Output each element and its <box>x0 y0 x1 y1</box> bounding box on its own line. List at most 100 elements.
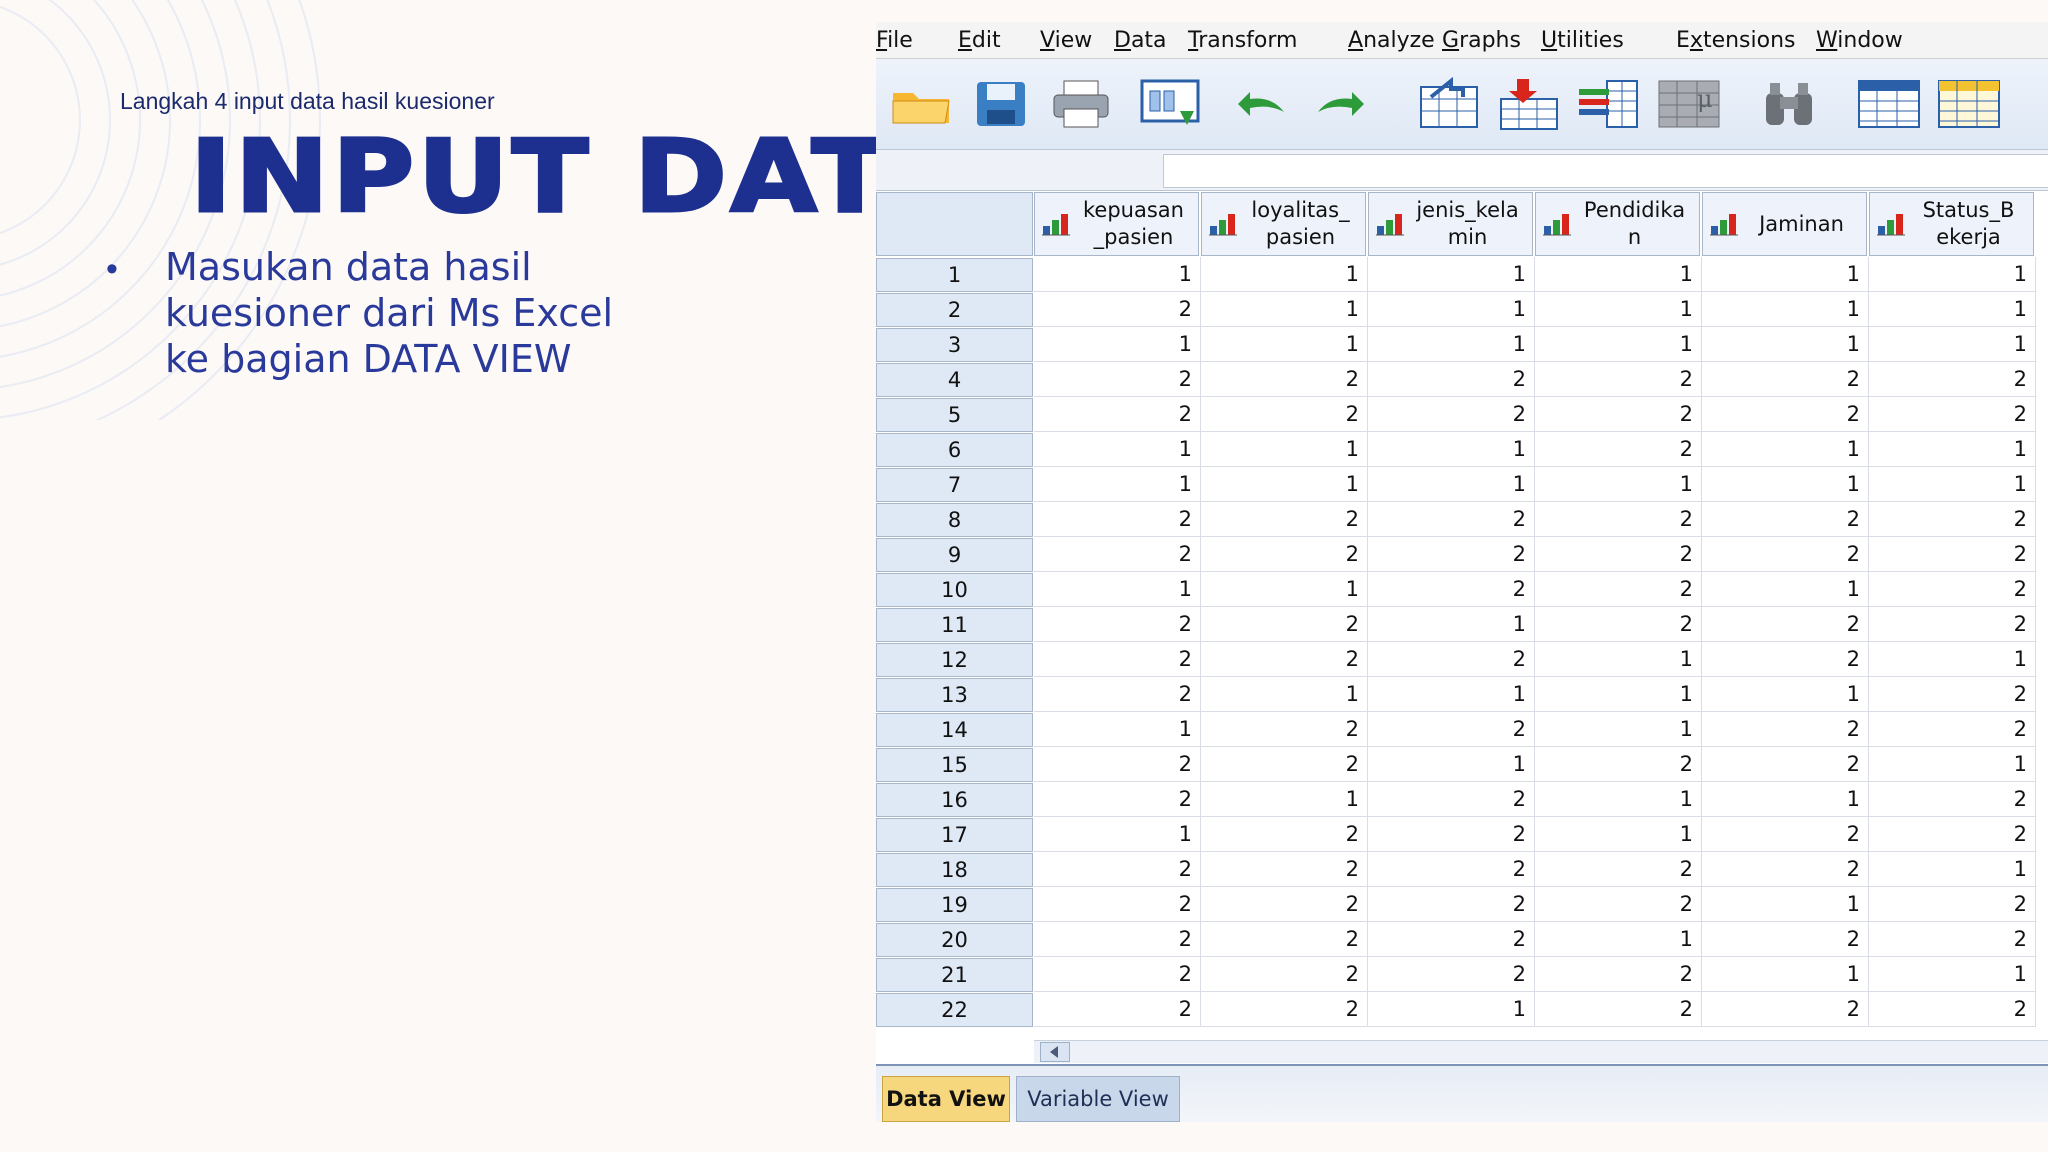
table-cell[interactable]: 1 <box>1368 327 1535 362</box>
column-header[interactable]: Pendidika n <box>1535 192 1700 256</box>
table-cell[interactable]: 2 <box>1201 502 1368 537</box>
table-cell[interactable]: 2 <box>1702 502 1869 537</box>
table-cell[interactable]: 1 <box>1368 292 1535 327</box>
table-cell[interactable]: 2 <box>1869 607 2036 642</box>
table-cell[interactable]: 2 <box>1034 852 1201 887</box>
table-cell[interactable]: 2 <box>1535 747 1702 782</box>
table-cell[interactable]: 1 <box>1201 257 1368 292</box>
table-cell[interactable]: 1 <box>1535 292 1702 327</box>
row-header[interactable]: 20 <box>876 923 1033 957</box>
row-header[interactable]: 2 <box>876 293 1033 327</box>
table-cell[interactable]: 2 <box>1702 992 1869 1027</box>
find-icon[interactable] <box>1756 73 1822 135</box>
table-cell[interactable]: 2 <box>1869 502 2036 537</box>
column-header[interactable]: Status_B ekerja <box>1869 192 2034 256</box>
insert-cases-icon[interactable] <box>1856 73 1922 135</box>
menu-graphs[interactable]: Graphs <box>1442 28 1521 53</box>
table-cell[interactable]: 2 <box>1869 887 2036 922</box>
table-cell[interactable]: 2 <box>1535 852 1702 887</box>
table-cell[interactable]: 1 <box>1702 432 1869 467</box>
table-cell[interactable]: 2 <box>1702 642 1869 677</box>
table-cell[interactable]: 1 <box>1034 817 1201 852</box>
table-cell[interactable]: 1 <box>1869 257 2036 292</box>
table-cell[interactable]: 2 <box>1368 852 1535 887</box>
table-cell[interactable]: 2 <box>1702 747 1869 782</box>
table-cell[interactable]: 2 <box>1034 537 1201 572</box>
table-cell[interactable]: 2 <box>1201 397 1368 432</box>
row-header[interactable]: 5 <box>876 398 1033 432</box>
horizontal-scrollbar[interactable] <box>1034 1040 2048 1063</box>
table-cell[interactable]: 2 <box>1201 537 1368 572</box>
table-cell[interactable]: 2 <box>1034 607 1201 642</box>
table-cell[interactable]: 2 <box>1201 642 1368 677</box>
redo-icon[interactable] <box>1308 73 1374 135</box>
table-cell[interactable]: 2 <box>1201 992 1368 1027</box>
table-cell[interactable]: 1 <box>1535 467 1702 502</box>
table-cell[interactable]: 2 <box>1535 957 1702 992</box>
table-cell[interactable]: 2 <box>1368 922 1535 957</box>
table-cell[interactable]: 2 <box>1702 852 1869 887</box>
table-cell[interactable]: 2 <box>1034 397 1201 432</box>
menu-analyze[interactable]: Analyze <box>1348 28 1435 53</box>
row-header[interactable]: 18 <box>876 853 1033 887</box>
table-cell[interactable]: 1 <box>1702 957 1869 992</box>
table-cell[interactable]: 1 <box>1869 852 2036 887</box>
menu-transform[interactable]: Transform <box>1188 28 1297 53</box>
tab-variable-view[interactable]: Variable View <box>1016 1076 1180 1122</box>
table-cell[interactable]: 2 <box>1034 677 1201 712</box>
table-cell[interactable]: 2 <box>1869 572 2036 607</box>
table-cell[interactable]: 2 <box>1702 362 1869 397</box>
table-cell[interactable]: 1 <box>1535 712 1702 747</box>
table-cell[interactable]: 1 <box>1368 992 1535 1027</box>
table-cell[interactable]: 2 <box>1368 887 1535 922</box>
menu-data[interactable]: Data <box>1114 28 1167 53</box>
table-cell[interactable]: 1 <box>1702 257 1869 292</box>
table-cell[interactable]: 1 <box>1869 292 2036 327</box>
table-cell[interactable]: 2 <box>1034 922 1201 957</box>
row-header[interactable]: 6 <box>876 433 1033 467</box>
scroll-left-icon[interactable] <box>1040 1042 1070 1062</box>
table-cell[interactable]: 2 <box>1702 397 1869 432</box>
table-cell[interactable]: 1 <box>1869 327 2036 362</box>
table-cell[interactable]: 2 <box>1034 957 1201 992</box>
table-cell[interactable]: 1 <box>1702 782 1869 817</box>
table-cell[interactable]: 1 <box>1368 467 1535 502</box>
menu-view[interactable]: View <box>1040 28 1092 53</box>
table-cell[interactable]: 1 <box>1201 467 1368 502</box>
table-cell[interactable]: 2 <box>1034 782 1201 817</box>
table-cell[interactable]: 2 <box>1535 537 1702 572</box>
row-header[interactable]: 1 <box>876 258 1033 292</box>
table-cell[interactable]: 2 <box>1368 712 1535 747</box>
table-cell[interactable]: 1 <box>1535 817 1702 852</box>
table-cell[interactable]: 2 <box>1368 642 1535 677</box>
tab-data-view[interactable]: Data View <box>882 1076 1010 1122</box>
table-cell[interactable]: 1 <box>1201 782 1368 817</box>
row-header[interactable]: 13 <box>876 678 1033 712</box>
row-header[interactable]: 9 <box>876 538 1033 572</box>
table-cell[interactable]: 2 <box>1201 887 1368 922</box>
table-cell[interactable]: 1 <box>1702 292 1869 327</box>
table-cell[interactable]: 1 <box>1702 677 1869 712</box>
table-cell[interactable]: 1 <box>1368 432 1535 467</box>
table-cell[interactable]: 1 <box>1034 712 1201 747</box>
goto-case-icon[interactable] <box>1416 73 1482 135</box>
row-header[interactable]: 17 <box>876 818 1033 852</box>
table-cell[interactable]: 1 <box>1702 327 1869 362</box>
table-cell[interactable]: 2 <box>1034 502 1201 537</box>
row-header[interactable]: 11 <box>876 608 1033 642</box>
table-cell[interactable]: 2 <box>1368 502 1535 537</box>
table-cell[interactable]: 2 <box>1869 992 2036 1027</box>
table-cell[interactable]: 2 <box>1535 887 1702 922</box>
insert-variable-icon[interactable] <box>1936 73 2002 135</box>
table-cell[interactable]: 1 <box>1201 327 1368 362</box>
cell-value-input[interactable] <box>1163 154 2048 188</box>
table-cell[interactable]: 2 <box>1034 362 1201 397</box>
table-cell[interactable]: 1 <box>1702 887 1869 922</box>
table-cell[interactable]: 2 <box>1368 362 1535 397</box>
table-cell[interactable]: 2 <box>1702 712 1869 747</box>
table-cell[interactable]: 2 <box>1535 992 1702 1027</box>
row-header[interactable]: 16 <box>876 783 1033 817</box>
row-header[interactable]: 12 <box>876 643 1033 677</box>
table-cell[interactable]: 2 <box>1201 712 1368 747</box>
table-cell[interactable]: 2 <box>1869 677 2036 712</box>
